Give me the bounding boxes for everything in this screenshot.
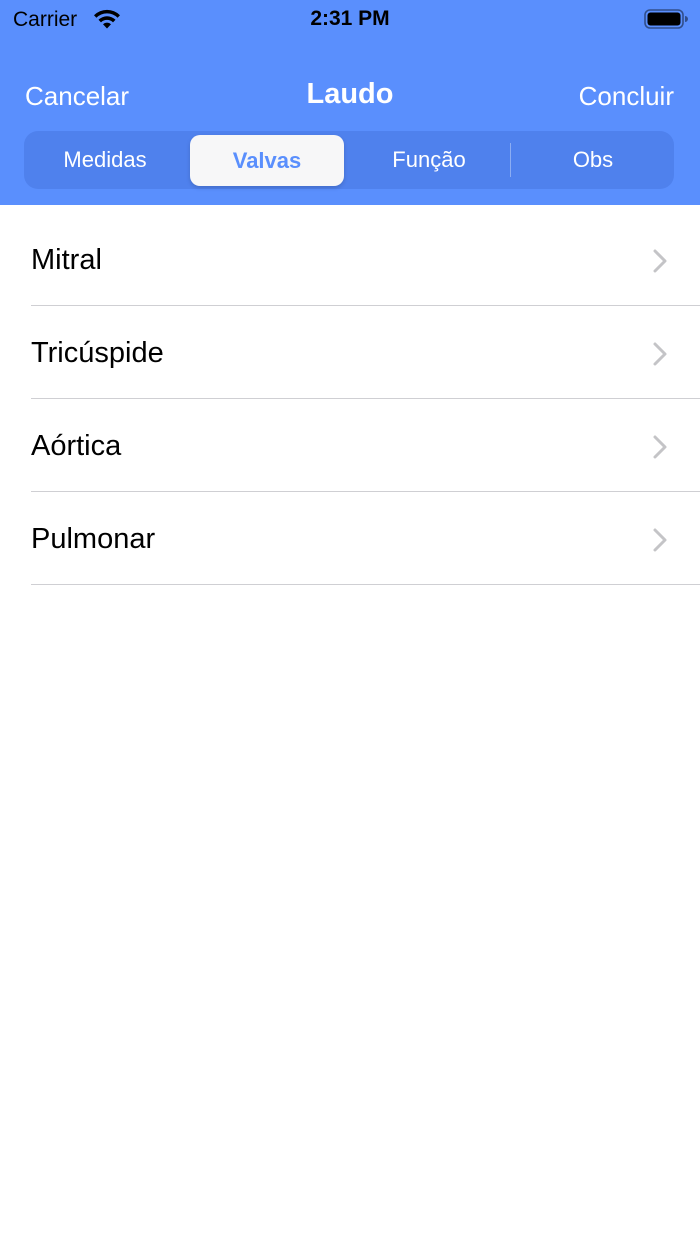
done-button[interactable]: Concluir bbox=[579, 80, 674, 112]
chevron-right-icon bbox=[653, 342, 667, 366]
segmented-control: Medidas Valvas Função Obs bbox=[24, 131, 674, 189]
valve-list: Mitral Tricúspide Aórtica Pulmonar bbox=[0, 213, 700, 585]
list-item-pulmonar[interactable]: Pulmonar bbox=[0, 492, 700, 585]
list-item-label: Pulmonar bbox=[31, 523, 156, 555]
list-item-tricuspide[interactable]: Tricúspide bbox=[0, 306, 700, 399]
header: Carrier 2:31 PM Cancelar Laudo Concluir … bbox=[0, 0, 700, 205]
segment-funcao[interactable]: Função bbox=[348, 131, 510, 189]
segment-divider bbox=[510, 143, 511, 177]
screen: Carrier 2:31 PM Cancelar Laudo Concluir … bbox=[0, 0, 700, 1244]
segment-medidas[interactable]: Medidas bbox=[24, 131, 186, 189]
list-item-label: Tricúspide bbox=[31, 337, 164, 369]
status-bar: Carrier 2:31 PM bbox=[0, 0, 700, 40]
status-time: 2:31 PM bbox=[310, 7, 390, 30]
segment-valvas[interactable]: Valvas bbox=[190, 135, 344, 186]
chevron-right-icon bbox=[653, 249, 667, 273]
list-item-mitral[interactable]: Mitral bbox=[0, 213, 700, 306]
list-item-aortica[interactable]: Aórtica bbox=[0, 399, 700, 492]
chevron-right-icon bbox=[653, 435, 667, 459]
battery-icon bbox=[644, 9, 688, 29]
row-separator bbox=[31, 584, 700, 585]
list-item-label: Mitral bbox=[31, 244, 102, 276]
segment-obs[interactable]: Obs bbox=[512, 131, 674, 189]
page-title: Laudo bbox=[306, 78, 394, 110]
cancel-button[interactable]: Cancelar bbox=[25, 80, 129, 112]
chevron-right-icon bbox=[653, 528, 667, 552]
list-item-label: Aórtica bbox=[31, 430, 122, 462]
